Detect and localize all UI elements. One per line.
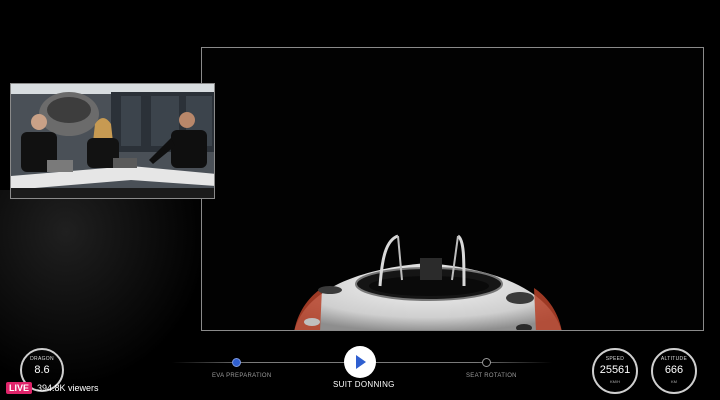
play-chevron-icon — [356, 355, 366, 369]
studio-scene — [11, 84, 214, 198]
stage-label-seat-rotation: SEAT ROTATION — [466, 373, 517, 379]
stage-dot-eva-preparation[interactable] — [232, 358, 241, 367]
capsule-hatch-view — [294, 234, 562, 330]
live-badge: LIVE — [6, 382, 33, 394]
dragon-label: DRAGON — [30, 356, 54, 362]
speed-unit: KM/H — [610, 379, 620, 384]
stage-active-suit-donning[interactable] — [344, 346, 376, 378]
altitude-gauge: ALTITUDE 666 KM — [651, 348, 697, 394]
speed-label: SPEED — [605, 356, 625, 362]
altitude-label: ALTITUDE — [660, 356, 688, 362]
speed-value: 25561 — [599, 364, 631, 376]
dragon-value: 8.6 — [34, 364, 50, 376]
viewer-count: 394.8K viewers — [37, 383, 99, 393]
altitude-value: 666 — [664, 364, 684, 376]
stage-dot-seat-rotation[interactable] — [482, 358, 491, 367]
stage-label-eva-preparation: EVA PREPARATION — [212, 373, 272, 379]
speed-gauge: SPEED 25561 KM/H — [592, 348, 638, 394]
stage-label-suit-donning: SUIT DONNING — [333, 380, 395, 389]
studio-pip-feed[interactable] — [10, 83, 215, 199]
altitude-unit: KM — [671, 379, 677, 384]
main-video-feed[interactable] — [201, 47, 704, 331]
